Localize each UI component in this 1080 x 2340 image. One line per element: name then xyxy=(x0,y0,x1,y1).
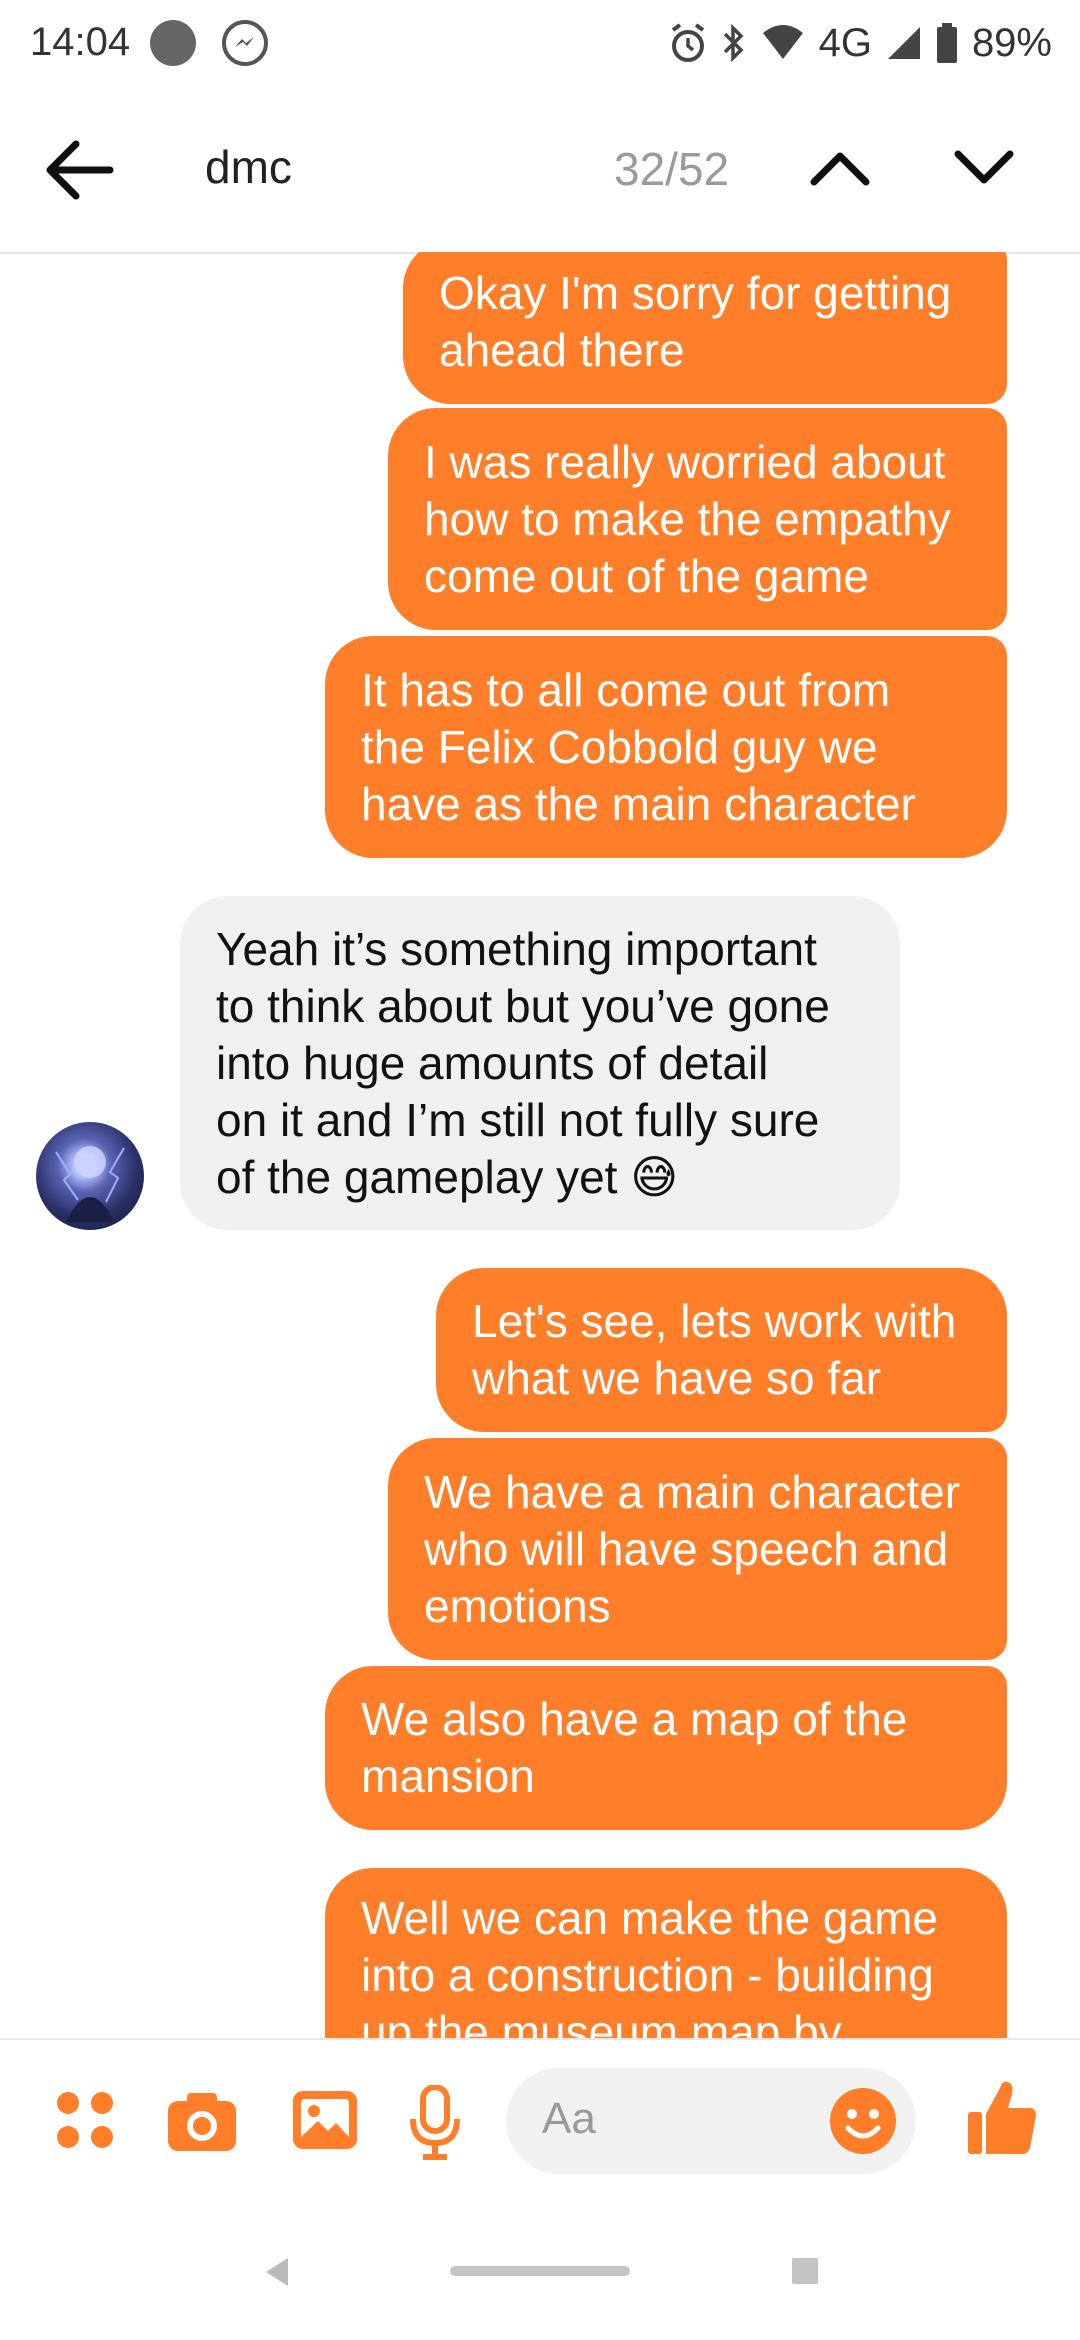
alarm-icon xyxy=(671,23,704,62)
message-bubble-outgoing[interactable]: It has to all come out from the Felix Co… xyxy=(325,636,1007,858)
battery-icon xyxy=(936,23,957,63)
network-type: 4G xyxy=(818,20,872,65)
message-line: Yeah it’s something important xyxy=(216,922,817,975)
thumbs-up-icon xyxy=(968,2081,1036,2154)
message-bubble-outgoing[interactable]: I was really worried about how to make t… xyxy=(388,408,1007,630)
emoji-button[interactable] xyxy=(828,2086,898,2156)
message-line: what we have so far xyxy=(472,1352,882,1404)
next-match-button[interactable] xyxy=(944,138,1024,208)
chevron-up-icon xyxy=(810,152,870,186)
gallery-button[interactable] xyxy=(290,2085,370,2165)
status-time: 14:04 xyxy=(30,20,131,64)
message-list[interactable]: Okay I'm sorry for getting ahead there I… xyxy=(0,252,1080,2038)
message-line: ahead there xyxy=(439,324,685,376)
system-nav-bar xyxy=(0,2200,1080,2340)
nav-home-pill[interactable] xyxy=(450,2266,630,2276)
camera-button[interactable] xyxy=(165,2085,245,2165)
message-line: Let's see, lets work with xyxy=(472,1295,957,1347)
back-button[interactable] xyxy=(40,130,130,220)
nav-back-icon[interactable] xyxy=(262,2256,290,2288)
wifi-icon xyxy=(762,25,803,59)
signal-icon xyxy=(887,27,920,59)
nav-recents-icon[interactable] xyxy=(792,2258,818,2284)
message-line: come out of the game xyxy=(424,549,869,602)
message-input[interactable]: Aa xyxy=(506,2068,916,2174)
message-line: We have a main character xyxy=(424,1465,961,1518)
message-line: emotions xyxy=(424,1579,611,1632)
message-line: into huge amounts of detail xyxy=(216,1036,769,1089)
message-line: Okay I'm sorry for getting xyxy=(439,267,952,319)
status-icons: 4G 89% xyxy=(669,18,1052,68)
camera-icon xyxy=(168,2093,236,2151)
arrow-left-icon xyxy=(46,140,114,200)
message-line: to think about but you’ve gone xyxy=(216,979,830,1032)
contact-avatar[interactable] xyxy=(36,1122,144,1230)
microphone-icon xyxy=(410,2084,460,2160)
avatar-image xyxy=(55,1146,125,1222)
search-header: dmc 32/52 xyxy=(0,90,1080,254)
composer-bar: Aa xyxy=(0,2038,1080,2202)
message-input-placeholder: Aa xyxy=(542,2094,596,2143)
message-line: I was really worried about xyxy=(424,435,946,488)
message-bubble-incoming[interactable]: Yeah it’s something important to think a… xyxy=(180,896,900,1230)
gallery-icon xyxy=(293,2091,357,2149)
search-query[interactable]: dmc xyxy=(205,140,292,194)
previous-match-button[interactable] xyxy=(800,138,880,208)
messenger-icon xyxy=(222,20,268,66)
notification-dot-icon xyxy=(150,20,196,66)
message-line: up the museum map by xyxy=(361,2006,842,2038)
menu-dots-icon xyxy=(57,2092,113,2148)
message-line: have as the main character xyxy=(361,777,916,830)
message-line: Well we can make the game xyxy=(361,1892,938,1944)
message-line: who will have speech and xyxy=(424,1522,949,1575)
message-line: on it and I’m still not fully sure xyxy=(216,1093,820,1146)
like-button[interactable] xyxy=(966,2078,1046,2158)
status-bar: 14:04 4G 89% xyxy=(0,0,1080,90)
message-bubble-outgoing[interactable]: Okay I'm sorry for getting ahead there xyxy=(403,252,1007,404)
message-line: It has to all come out from xyxy=(361,663,891,716)
message-line: We also have a map of the xyxy=(361,1693,908,1745)
match-counter: 32/52 xyxy=(614,143,730,195)
message-line: of the gameplay yet 😅 xyxy=(216,1150,679,1203)
battery-percent: 89% xyxy=(971,20,1052,65)
message-bubble-outgoing[interactable]: We have a main character who will have s… xyxy=(388,1438,1007,1660)
voice-button[interactable] xyxy=(405,2084,485,2165)
message-line: into a construction - building xyxy=(361,1949,934,2001)
bluetooth-icon xyxy=(723,23,744,63)
message-bubble-outgoing[interactable]: Let's see, lets work with what we have s… xyxy=(436,1268,1007,1432)
message-bubble-outgoing[interactable]: We also have a map of the mansion xyxy=(325,1666,1007,1830)
chevron-down-icon xyxy=(954,150,1014,184)
message-bubble-outgoing[interactable]: Well we can make the game into a constru… xyxy=(325,1868,1007,2038)
message-line: mansion xyxy=(361,1750,535,1802)
more-actions-button[interactable] xyxy=(50,2085,130,2165)
emoji-icon xyxy=(830,2088,896,2154)
message-line: the Felix Cobbold guy we xyxy=(361,720,878,773)
message-line: how to make the empathy xyxy=(424,492,951,545)
